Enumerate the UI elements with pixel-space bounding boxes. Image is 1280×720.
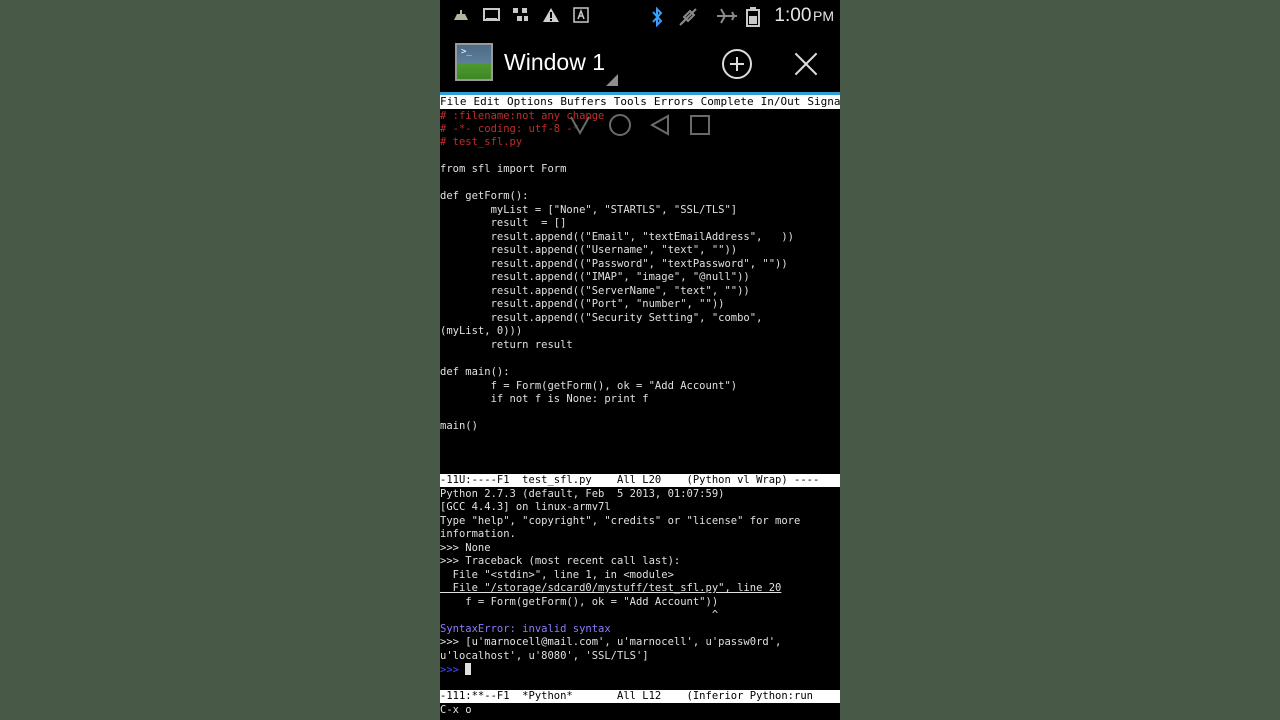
code-line: result.append(("Security Setting", "comb… (440, 312, 763, 324)
shell-line: >>> Traceback (most recent call last): (440, 555, 681, 567)
emacs-menu-bar: File Edit Options Buffers Tools Errors Complet… (440, 95, 840, 109)
background-left (0, 0, 440, 720)
shell-line: SyntaxError: invalid syntax (440, 623, 611, 635)
code-line: result.append(("Email", "textEmailAddres… (440, 231, 795, 243)
shell-line: >>> [u'marnocell@mail.com', u'marnocell'… (440, 636, 782, 648)
code-line: result.append(("Password", "textPassword… (440, 258, 788, 270)
status-ampm: PM (813, 8, 834, 24)
terminal-prompt-glyph: >_ (461, 47, 472, 57)
menu-tools[interactable]: Tools (614, 95, 647, 108)
shell-line: Python 2.7.3 (default, Feb 5 2013, 01:07… (440, 488, 725, 500)
editor-mode-line: -11U:----F1 test_sfl.py All L20 (Python … (440, 474, 840, 487)
shell-line: >>> None (440, 542, 491, 554)
code-line: from sfl import Form (440, 163, 567, 175)
shell-line: f = Form(getForm(), ok = "Add Account")) (440, 596, 719, 608)
code-line: main() (440, 420, 478, 432)
background-right (840, 0, 1280, 720)
phone-screen: 1:00 PM >_ Window 1 File Edit Options Buffe… (440, 0, 840, 720)
menu-complete[interactable]: Complete (701, 95, 754, 108)
nav-home-icon[interactable] (608, 113, 632, 137)
shell-line: Type "help", "copyright", "credits" or "… (440, 515, 801, 527)
shell-line: [GCC 4.4.3] on linux-armv7l (440, 501, 611, 513)
code-line: # -*- coding: utf-8 -*- (440, 123, 586, 135)
status-time: 1:00 PM (774, 5, 834, 26)
menu-options[interactable]: Options (507, 95, 553, 108)
code-line: def getForm(): (440, 190, 529, 202)
warning-icon (542, 7, 560, 25)
menu-signals[interactable]: Signa (807, 95, 840, 108)
code-line: result.append(("ServerName", "text", "")… (440, 285, 750, 297)
shell-line: ^ (440, 609, 719, 621)
usb-icon (452, 7, 470, 25)
menu-in-out[interactable]: In/Out (761, 95, 801, 108)
status-bar: 1:00 PM (440, 0, 840, 32)
title-bar: >_ Window 1 (440, 32, 840, 92)
nav-recents-icon[interactable] (688, 113, 712, 137)
mute-icon (678, 7, 698, 26)
code-line: # test_sfl.py (440, 136, 523, 148)
font-icon (573, 7, 589, 25)
code-line: if not f is None: print f (440, 393, 649, 405)
battery-icon (746, 7, 760, 27)
shell-prompt: >>> (440, 664, 466, 676)
shell-error-link[interactable]: File "/storage/sdcard0/mystuff/test_sfl.… (440, 582, 782, 595)
navigation-overlay (568, 113, 718, 139)
menu-file[interactable]: File (440, 95, 467, 108)
network-icon (512, 7, 530, 25)
text-cursor (465, 663, 472, 675)
terminal-app-icon[interactable]: >_ (455, 43, 493, 81)
window-dropdown-corner-icon[interactable] (606, 74, 618, 86)
bluetooth-icon (650, 6, 664, 28)
code-line: result.append(("IMAP", "image", "@null")… (440, 271, 750, 283)
code-line: result.append(("Port", "number", "")) (440, 298, 725, 310)
code-line: def main(): (440, 366, 510, 378)
nav-down-icon[interactable] (568, 113, 592, 137)
code-line: f = Form(getForm(), ok = "Add Account") (440, 380, 738, 392)
menu-buffers[interactable]: Buffers (560, 95, 606, 108)
shell-mode-line: -111:**--F1 *Python* All L12 (Inferior P… (440, 690, 840, 703)
code-line: return result (440, 339, 573, 351)
code-line: result = [] (440, 217, 567, 229)
add-window-button[interactable] (722, 49, 752, 79)
shell-line: information. (440, 528, 516, 540)
code-line: myList = ["None", "STARTLS", "SSL/TLS"] (440, 204, 738, 216)
minibuffer[interactable]: C-x o (440, 703, 840, 717)
screenshot-icon (483, 7, 501, 25)
shell-prompt-line[interactable]: >>> (440, 663, 472, 676)
code-line: result.append(("Username", "text", "")) (440, 244, 738, 256)
window-title[interactable]: Window 1 (504, 48, 605, 76)
menu-edit[interactable]: Edit (474, 95, 501, 108)
menu-errors[interactable]: Errors (654, 95, 694, 108)
code-line: (myList, 0))) (440, 325, 523, 337)
shell-line: u'localhost', u'8080', 'SSL/TLS'] (440, 650, 649, 662)
shell-line: File "<stdin>", line 1, in <module> (440, 569, 674, 581)
close-window-button[interactable] (792, 50, 820, 78)
airplane-icon (716, 7, 738, 25)
nav-back-icon[interactable] (648, 113, 672, 137)
